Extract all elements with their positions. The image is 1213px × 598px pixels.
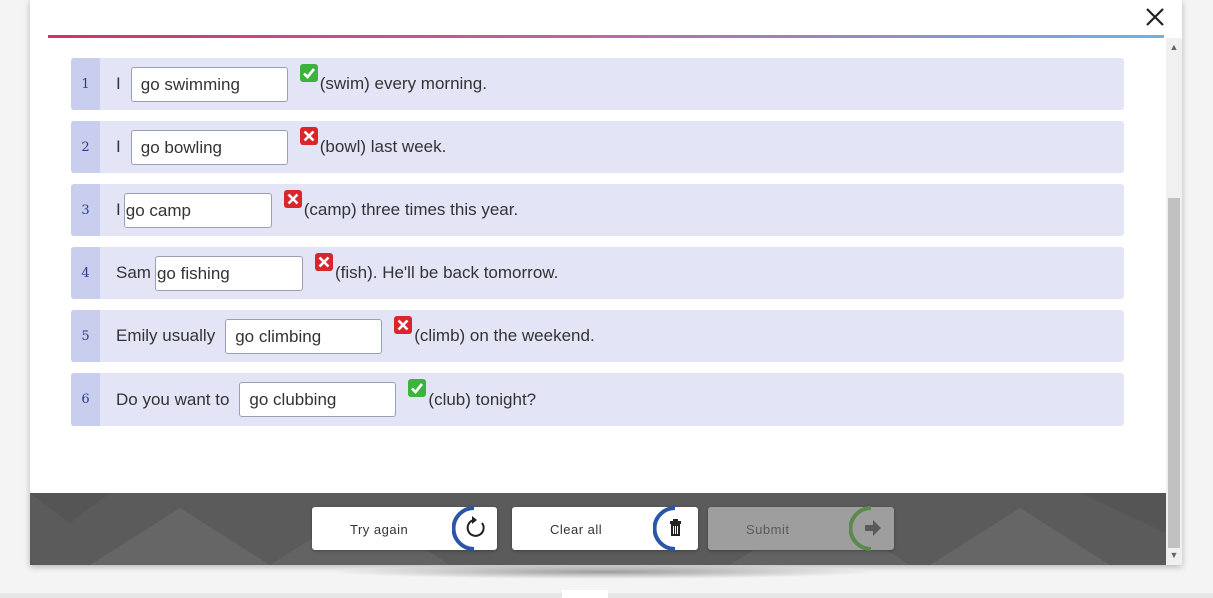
question-row: 1 I go swimming (swim) every morning. <box>71 58 1124 110</box>
close-button[interactable] <box>1143 5 1167 29</box>
try-again-button[interactable]: Try again <box>312 506 497 551</box>
cross-icon <box>314 253 333 271</box>
try-again-label: Try again <box>350 522 409 537</box>
question-row: 3 I go camp (camp) three times this year… <box>71 184 1124 236</box>
exercise-content: 1 I go swimming (swim) every morning. 2 … <box>30 38 1166 493</box>
question-sentence: I go swimming (swim) every morning. <box>116 58 487 110</box>
sentence-suffix: (climb) on the weekend. <box>414 326 595 345</box>
answer-field[interactable]: go bowling <box>130 129 288 165</box>
question-number: 2 <box>71 121 100 173</box>
scrollbar-thumb[interactable] <box>1168 198 1180 548</box>
trash-icon <box>653 506 681 551</box>
page-bottom-tab <box>562 590 608 598</box>
scroll-up-icon[interactable]: ▲ <box>1166 40 1182 54</box>
sentence-prefix: I <box>116 74 121 93</box>
action-footer: Try again Clear all Submit <box>30 493 1166 565</box>
question-number: 4 <box>71 247 100 299</box>
question-number: 3 <box>71 184 100 236</box>
submit-button[interactable]: Submit <box>708 506 894 551</box>
sentence-suffix: (swim) every morning. <box>319 74 487 93</box>
sentence-prefix: Sam <box>116 263 151 282</box>
sentence-prefix: Do you want to <box>116 389 230 409</box>
question-sentence: Emily usually go climbing (climb) on the… <box>116 310 595 362</box>
sentence-suffix: (fish). He'll be back tomorrow. <box>334 263 559 282</box>
check-icon <box>299 64 318 82</box>
exercise-modal: 1 I go swimming (swim) every morning. 2 … <box>30 0 1182 565</box>
question-number: 5 <box>71 310 100 362</box>
sentence-suffix: (bowl) last week. <box>319 137 447 156</box>
sentence-prefix: I <box>116 137 121 156</box>
sentence-suffix: (camp) three times this year. <box>303 200 519 219</box>
question-row: 2 I go bowling (bowl) last week. <box>71 121 1124 173</box>
cross-icon <box>283 190 302 208</box>
refresh-icon <box>452 506 485 551</box>
question-sentence: I go bowling (bowl) last week. <box>116 121 446 173</box>
scroll-down-icon[interactable]: ▼ <box>1166 548 1182 562</box>
sentence-prefix: Emily usually <box>116 326 216 345</box>
sentence-suffix: (club) tonight? <box>428 389 537 409</box>
modal-shadow <box>330 565 878 579</box>
cross-icon <box>299 127 318 145</box>
question-sentence: Do you want to go clubbing (club) tonigh… <box>116 373 536 426</box>
clear-all-label: Clear all <box>550 522 603 537</box>
cross-icon <box>394 316 413 334</box>
check-icon <box>408 379 427 397</box>
answer-field[interactable]: go climbing <box>225 318 383 354</box>
answer-field[interactable]: go fishing <box>154 255 303 291</box>
arrow-right-icon <box>849 506 881 551</box>
clear-all-button[interactable]: Clear all <box>512 506 698 551</box>
question-row: 6 Do you want to go clubbing (club) toni… <box>71 373 1124 426</box>
close-icon <box>1146 8 1164 26</box>
sentence-prefix: I <box>116 200 121 219</box>
question-row: 5 Emily usually go climbing (climb) on t… <box>71 310 1124 362</box>
modal-header <box>30 0 1182 37</box>
question-sentence: Sam go fishing (fish). He'll be back tom… <box>116 247 558 299</box>
question-sentence: I go camp (camp) three times this year. <box>116 184 518 236</box>
answer-field[interactable]: go clubbing <box>239 382 397 417</box>
question-number: 1 <box>71 58 100 110</box>
submit-label: Submit <box>746 522 790 537</box>
answer-field[interactable]: go camp <box>123 192 272 228</box>
question-number: 6 <box>71 373 100 426</box>
answer-field[interactable]: go swimming <box>130 66 288 102</box>
question-row: 4 Sam go fishing (fish). He'll be back t… <box>71 247 1124 299</box>
